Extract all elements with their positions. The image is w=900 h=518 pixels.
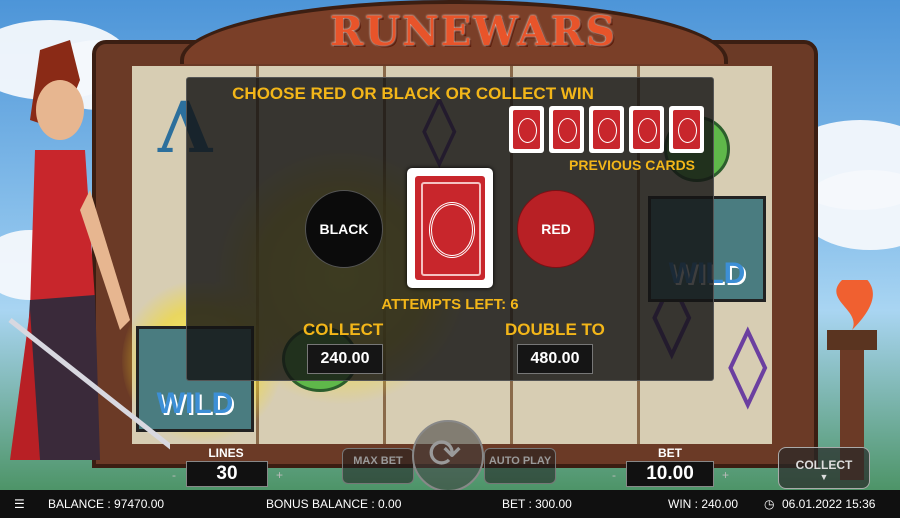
gamble-card	[407, 168, 493, 288]
previous-card	[629, 106, 664, 153]
lines-label: LINES	[208, 446, 244, 460]
max-bet-button[interactable]: MAX BET	[342, 448, 414, 484]
lines-value: 30	[186, 461, 268, 487]
bet-minus-button[interactable]: -	[612, 468, 616, 482]
clock-icon: ◷	[764, 497, 775, 511]
game-scene: RUNEWARS Λ ◊ ◊ ◊ WILD WILD CHOOSE RED	[0, 0, 900, 518]
gamble-dialog: CHOOSE RED OR BLACK OR COLLECT WIN PREVI…	[186, 77, 714, 381]
datetime-display: 06.01.2022 15:36	[782, 497, 876, 511]
lines-plus-button[interactable]: +	[276, 468, 283, 482]
previous-cards-label: PREVIOUS CARDS	[569, 157, 696, 173]
bet-label: BET	[658, 446, 682, 460]
collect-button-label: COLLECT	[795, 458, 853, 472]
status-bar: ☰ BALANCE : 97470.00 BONUS BALANCE : 0.0…	[0, 490, 900, 518]
spin-button[interactable]: ⟳	[412, 420, 484, 492]
red-button[interactable]: RED	[517, 190, 595, 268]
previous-card	[589, 106, 624, 153]
double-to-label: DOUBLE TO	[505, 320, 605, 339]
gamble-title: CHOOSE RED OR BLACK OR COLLECT WIN	[232, 84, 594, 103]
refresh-icon: ⟳	[428, 432, 462, 476]
menu-icon[interactable]: ☰	[14, 497, 25, 511]
previous-card	[549, 106, 584, 153]
total-bet-display: BET : 300.00	[502, 497, 572, 511]
win-display: WIN : 240.00	[668, 497, 739, 511]
collect-value: 240.00	[307, 344, 383, 374]
bet-value: 10.00	[626, 461, 714, 487]
black-button[interactable]: BLACK	[305, 190, 383, 268]
control-panel: LINES - 30 + MAX BET ⟳ AUTO PLAY BET - 1…	[150, 420, 800, 492]
rune-symbol: ◊	[728, 316, 768, 410]
attempts-left: ATTEMPTS LEFT: 6	[381, 296, 519, 313]
double-to-value: 480.00	[517, 344, 593, 374]
lines-minus-button[interactable]: -	[172, 468, 176, 482]
game-logo: RUNEWARS	[330, 8, 617, 55]
collect-label: COLLECT	[303, 320, 384, 339]
previous-card	[509, 106, 544, 153]
collect-button[interactable]: COLLECT ▼	[778, 447, 870, 489]
caret-down-icon: ▼	[819, 472, 829, 482]
balance-display: BALANCE : 97470.00	[48, 497, 165, 511]
previous-card	[669, 106, 704, 153]
auto-play-button[interactable]: AUTO PLAY	[484, 448, 556, 484]
bet-plus-button[interactable]: +	[722, 468, 729, 482]
bonus-balance-display: BONUS BALANCE : 0.00	[266, 497, 402, 511]
warrior-character	[8, 40, 170, 460]
